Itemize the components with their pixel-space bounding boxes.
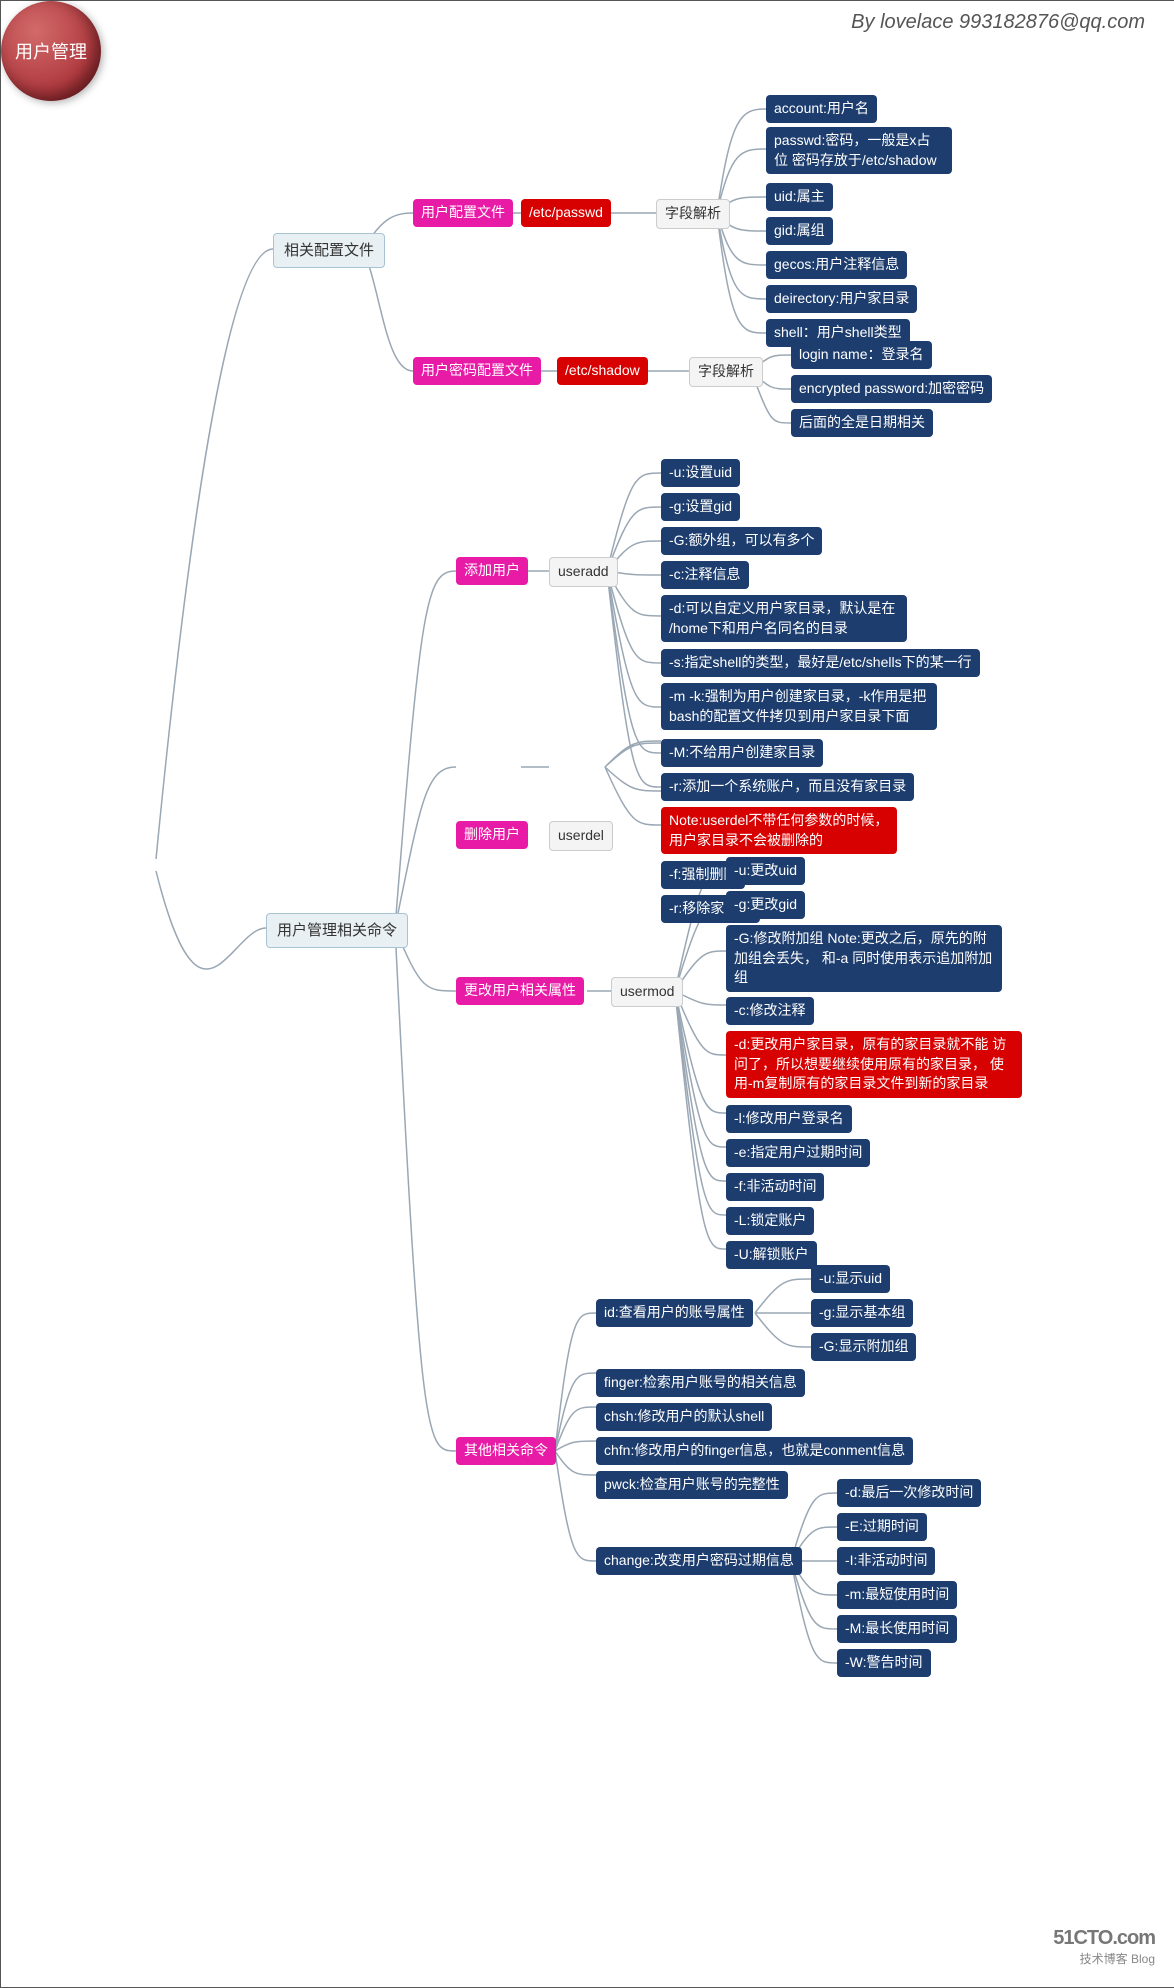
branch-config[interactable]: 相关配置文件 [273,233,385,268]
chg-i4: -M:最长使用时间 [837,1615,957,1643]
chg-i5: -W:警告时间 [837,1649,931,1677]
del-tool: userdel [549,821,613,851]
other-change: change:改变用户密码过期信息 [596,1547,802,1575]
branch-commands[interactable]: 用户管理相关命令 [266,913,408,948]
mod-i3: -c:修改注释 [726,997,814,1025]
add-label[interactable]: 添加用户 [456,557,528,585]
root-label: 用户管理 [15,38,87,64]
add-i5: -s:指定shell的类型，最好是/etc/shells下的某一行 [661,649,980,677]
cfg2[interactable]: 用户密码配置文件 [413,357,541,385]
cfg1-file[interactable]: /etc/passwd [521,199,611,227]
other-id-i0: -u:显示uid [811,1265,890,1293]
mod-i0: -u:更改uid [726,857,805,885]
mod-label[interactable]: 更改用户相关属性 [456,977,584,1005]
other-i1: chsh:修改用户的默认shell [596,1403,772,1431]
cfg1-i3: gid:属组 [766,217,833,245]
cfg1[interactable]: 用户配置文件 [413,199,513,227]
chg-i3: -m:最短使用时间 [837,1581,957,1609]
mod-tool: usermod [611,977,683,1007]
add-i1: -g:设置gid [661,493,740,521]
add-i6: -m -k:强制为用户创建家目录，-k作用是把 bash的配置文件拷贝到用户家目… [661,683,937,730]
mod-i9: -U:解锁账户 [726,1241,817,1269]
mod-i8: -L:锁定账户 [726,1207,814,1235]
cfg2-i1: encrypted password:加密密码 [791,375,992,403]
chg-i1: -E:过期时间 [837,1513,927,1541]
other-id-i1: -g:显示基本组 [811,1299,913,1327]
add-i4: -d:可以自定义用户家目录，默认是在 /home下和用户名同名的目录 [661,595,907,642]
other-id-i2: -G:显示附加组 [811,1333,916,1361]
watermark-small: 技术博客 Blog [1053,1950,1155,1967]
add-i8: -r:添加一个系统账户，而且没有家目录 [661,773,914,801]
del-label[interactable]: 删除用户 [456,821,528,849]
watermark-big: 51CTO.com [1053,1927,1155,1950]
add-i7: -M:不给用户创建家目录 [661,739,823,767]
cfg2-file[interactable]: /etc/shadow [557,357,648,385]
chg-i2: -I:非活动时间 [837,1547,935,1575]
mod-i5: -l:修改用户登录名 [726,1105,852,1133]
mod-i7: -f:非活动时间 [726,1173,824,1201]
other-i2: chfn:修改用户的finger信息，也就是conment信息 [596,1437,913,1465]
connectors [1,1,1174,1987]
add-i0: -u:设置uid [661,459,740,487]
cfg1-field: 字段解析 [656,199,730,229]
watermark: 51CTO.com 技术博客 Blog [1053,1927,1155,1967]
mod-i6: -e:指定用户过期时间 [726,1139,870,1167]
cfg2-i0: login name：登录名 [791,341,932,369]
mod-i1: -g:更改gid [726,891,805,919]
del-i0: Note:userdel不带任何参数的时候， 用户家目录不会被删除的 [661,807,897,854]
other-i3: pwck:检查用户账号的完整性 [596,1471,788,1499]
cfg1-i2: uid:属主 [766,183,833,211]
mod-i4: -d:更改用户家目录，原有的家目录就不能 访问了，所以想要继续使用原有的家目录，… [726,1031,1022,1098]
add-i2: -G:额外组，可以有多个 [661,527,822,555]
cfg1-i1: passwd:密码，一般是x占位 密码存放于/etc/shadow [766,127,952,174]
cfg1-i4: gecos:用户注释信息 [766,251,907,279]
cfg1-i0: account:用户名 [766,95,877,123]
root[interactable]: 用户管理 [1,1,101,101]
add-tool: useradd [549,557,618,587]
credit: By lovelace 993182876@qq.com [851,11,1145,34]
cfg2-i2: 后面的全是日期相关 [791,409,933,437]
mod-i2: -G:修改附加组 Note:更改之后，原先的附加组会丢失， 和-a 同时使用表示… [726,925,1002,992]
other-i0: finger:检索用户账号的相关信息 [596,1369,805,1397]
cfg1-i5: deirectory:用户家目录 [766,285,917,313]
add-i3: -c:注释信息 [661,561,749,589]
mindmap: By lovelace 993182876@qq.com [0,0,1174,1988]
other-id: id:查看用户的账号属性 [596,1299,753,1327]
chg-i0: -d:最后一次修改时间 [837,1479,981,1507]
cfg2-field: 字段解析 [689,357,763,387]
other-label[interactable]: 其他相关命令 [456,1437,556,1465]
